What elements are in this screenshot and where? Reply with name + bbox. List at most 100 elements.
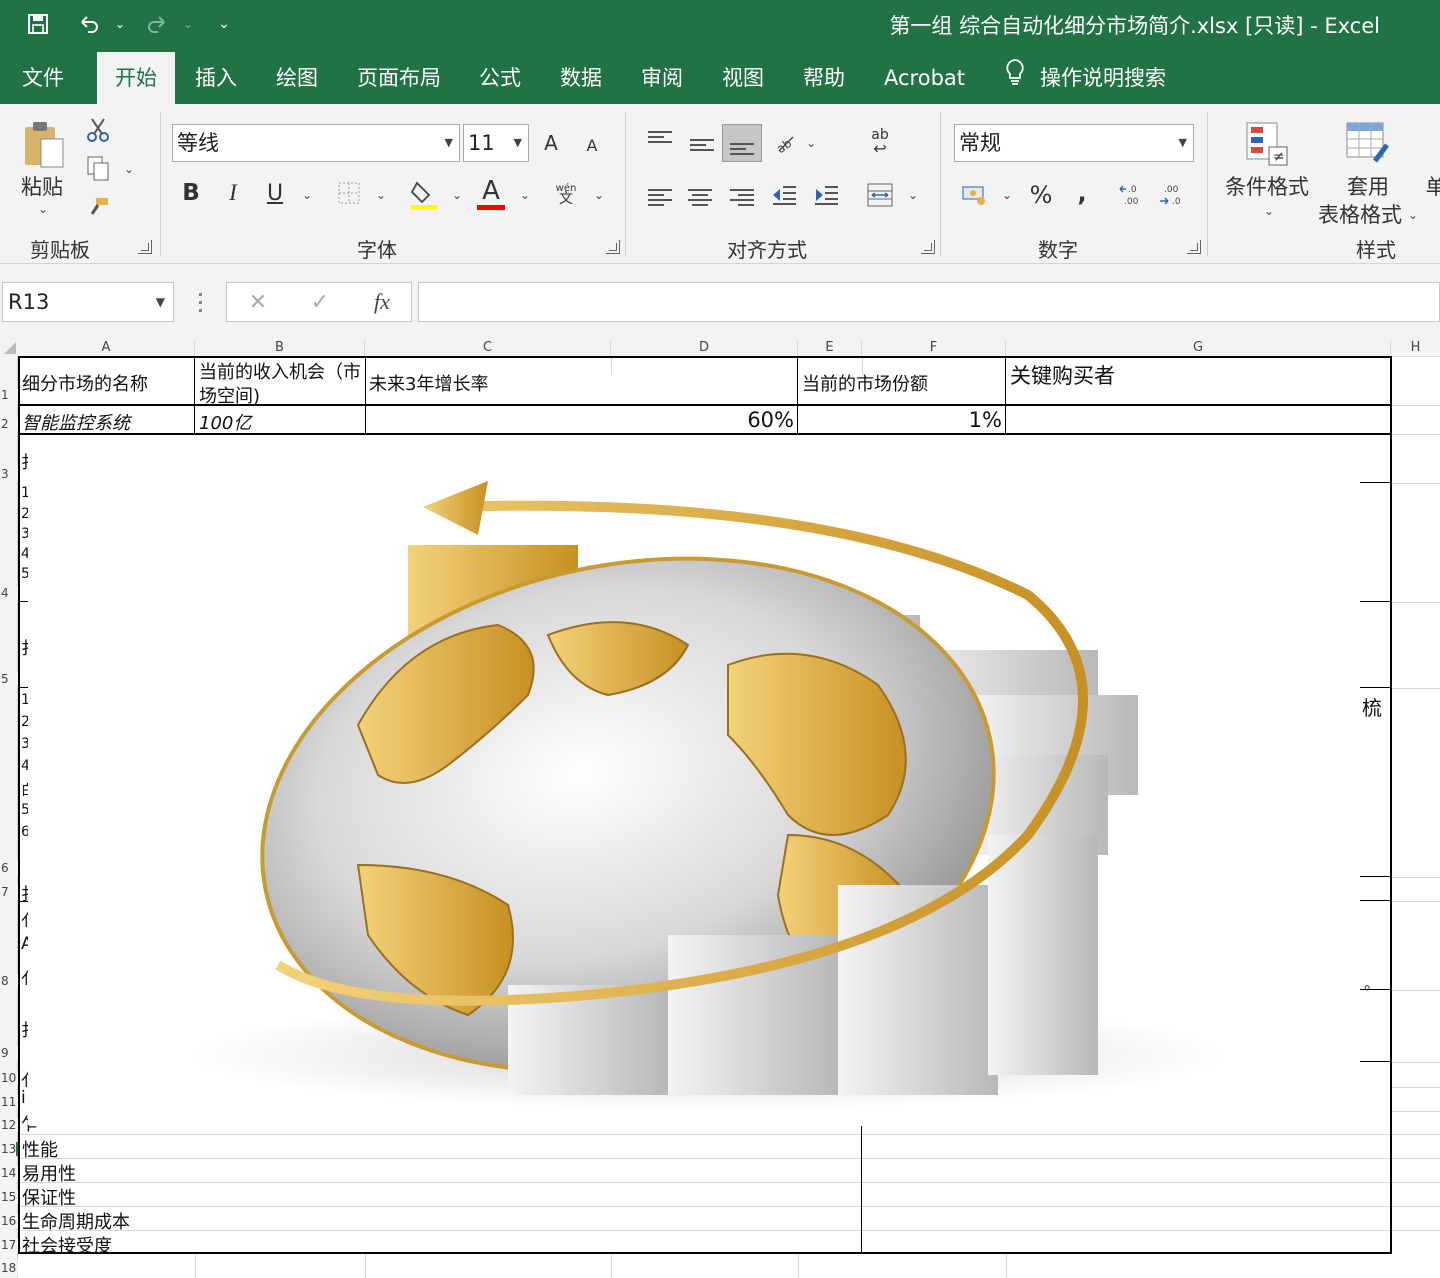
tab-insert[interactable]: 插入 xyxy=(179,52,253,104)
select-all-corner[interactable] xyxy=(0,340,18,356)
cell-b1-line1[interactable]: 当前的收入机会（市 xyxy=(199,358,361,384)
top-align-icon[interactable] xyxy=(648,128,672,146)
tab-acrobat[interactable]: Acrobat xyxy=(868,52,981,104)
number-launcher-icon[interactable] xyxy=(1187,240,1201,254)
tab-help[interactable]: 帮助 xyxy=(787,52,861,104)
cell-fragment-right[interactable]: 。 xyxy=(1364,970,1380,994)
column-header-c[interactable]: C xyxy=(365,340,611,356)
italic-button[interactable]: I xyxy=(218,176,248,210)
row-header-2[interactable]: 2 xyxy=(0,417,18,431)
cell-a17[interactable]: 社会接受度 xyxy=(22,1232,112,1258)
underline-button[interactable]: U xyxy=(260,176,290,210)
cell-fragment[interactable]: i xyxy=(21,1088,26,1108)
tab-page-layout[interactable]: 页面布局 xyxy=(341,52,457,104)
merge-dropdown-icon[interactable]: ⌄ xyxy=(908,188,918,202)
align-center-icon[interactable] xyxy=(688,186,712,209)
tell-me-search[interactable]: 操作说明搜索 xyxy=(1004,52,1182,104)
orientation-dropdown-icon[interactable]: ⌄ xyxy=(806,136,816,150)
column-header-b[interactable]: B xyxy=(195,340,365,356)
row-header-18[interactable]: 18 xyxy=(0,1261,18,1275)
underline-dropdown-icon[interactable]: ⌄ xyxy=(302,188,312,202)
row-header-10[interactable]: 10 xyxy=(0,1071,18,1085)
cell-a14[interactable]: 易用性 xyxy=(22,1160,76,1186)
row-header-17[interactable]: 17 xyxy=(0,1238,18,1252)
font-color-icon[interactable]: A xyxy=(476,174,506,212)
merge-center-icon[interactable] xyxy=(866,182,894,208)
copy-dropdown-icon[interactable]: ⌄ xyxy=(124,162,134,176)
paste-icon[interactable] xyxy=(20,118,68,170)
cell-a1[interactable]: 细分市场的名称 xyxy=(22,370,148,396)
row-header-8[interactable]: 8 xyxy=(0,974,18,988)
tab-file[interactable]: 文件 xyxy=(6,52,80,104)
conditional-format-button[interactable]: 条件格式 xyxy=(1222,172,1312,200)
clipboard-launcher-icon[interactable] xyxy=(138,240,152,254)
phonetic-dropdown-icon[interactable]: ⌄ xyxy=(594,188,604,202)
paste-dropdown-icon[interactable]: ⌄ xyxy=(38,202,48,216)
font-color-dropdown-icon[interactable]: ⌄ xyxy=(520,188,530,202)
worksheet-grid[interactable]: A B C D E F G H 1 2 3 4 5 6 7 8 9 10 11 … xyxy=(0,340,1440,1278)
borders-dropdown-icon[interactable]: ⌄ xyxy=(376,188,386,202)
column-header-e[interactable]: E xyxy=(798,340,862,356)
column-header-f[interactable]: F xyxy=(862,340,1006,356)
align-left-icon[interactable] xyxy=(648,186,672,209)
enter-icon[interactable]: ✓ xyxy=(307,287,333,317)
number-format-combo[interactable]: 常规 ▼ xyxy=(954,124,1194,162)
bold-button[interactable]: B xyxy=(176,176,206,210)
row-header-11[interactable]: 11 xyxy=(0,1095,18,1109)
column-header-d[interactable]: D xyxy=(611,340,798,356)
redo-dropdown-icon[interactable]: ⌄ xyxy=(178,8,198,40)
accounting-format-icon[interactable] xyxy=(960,182,990,208)
fill-color-icon[interactable] xyxy=(408,176,440,212)
percent-button[interactable]: % xyxy=(1028,180,1054,210)
row-header-9[interactable]: 9 xyxy=(0,1046,18,1060)
cell-a16[interactable]: 生命周期成本 xyxy=(22,1208,130,1234)
decrease-decimal-icon[interactable]: .00.0 xyxy=(1158,182,1188,208)
format-as-table-label-1[interactable]: 套用 xyxy=(1330,172,1406,200)
format-as-table-icon[interactable] xyxy=(1344,120,1392,168)
conditional-format-icon[interactable]: ≠ xyxy=(1244,120,1290,168)
name-box[interactable]: R13 ▼ xyxy=(2,282,174,322)
comma-button[interactable]: , xyxy=(1072,178,1092,208)
alignment-launcher-icon[interactable] xyxy=(921,240,935,254)
cell-e1[interactable]: 当前的市场份额 xyxy=(802,370,928,396)
undo-icon[interactable] xyxy=(74,8,104,40)
column-header-a[interactable]: A xyxy=(18,340,195,356)
undo-dropdown-icon[interactable]: ⌄ xyxy=(110,8,130,40)
row-header-13[interactable]: 13 xyxy=(0,1142,18,1156)
tab-formulas[interactable]: 公式 xyxy=(463,52,537,104)
redo-icon[interactable] xyxy=(142,8,172,40)
font-size-combo[interactable]: 11 ▼ xyxy=(463,124,529,162)
cell-fragment-right[interactable]: 梳 xyxy=(1362,692,1382,721)
row-header-4[interactable]: 4 xyxy=(0,586,18,600)
fill-color-dropdown-icon[interactable]: ⌄ xyxy=(452,188,462,202)
borders-icon[interactable] xyxy=(336,180,362,206)
column-header-g[interactable]: G xyxy=(1006,340,1391,356)
font-launcher-icon[interactable] xyxy=(606,240,620,254)
cell-a15[interactable]: 保证性 xyxy=(22,1184,76,1210)
tab-view[interactable]: 视图 xyxy=(706,52,780,104)
format-painter-icon[interactable] xyxy=(84,194,112,222)
decrease-indent-icon[interactable] xyxy=(770,182,798,208)
orientation-icon[interactable]: ab xyxy=(772,130,798,156)
row-header-15[interactable]: 15 xyxy=(0,1190,18,1204)
cell-g1[interactable]: 关键购买者 xyxy=(1010,360,1115,390)
accounting-dropdown-icon[interactable]: ⌄ xyxy=(1002,188,1012,202)
cell-b1-line2[interactable]: 场空间) xyxy=(199,382,260,408)
row-header-16[interactable]: 16 xyxy=(0,1214,18,1228)
cell-a2[interactable]: 智能监控系统 xyxy=(22,409,130,435)
grow-font-icon[interactable]: A xyxy=(538,128,564,158)
row-header-14[interactable]: 14 xyxy=(0,1166,18,1180)
cell-d2[interactable]: 60% xyxy=(700,408,794,432)
paste-button[interactable]: 粘贴 xyxy=(18,172,66,200)
tab-draw[interactable]: 绘图 xyxy=(260,52,334,104)
save-icon[interactable] xyxy=(22,8,54,40)
format-as-table-label-2[interactable]: 表格格式 xyxy=(1312,200,1408,228)
wrap-text-icon[interactable]: ab ↩ xyxy=(866,124,894,160)
format-as-table-dropdown-icon[interactable]: ⌄ xyxy=(1408,208,1418,222)
increase-decimal-icon[interactable]: .0.00 xyxy=(1118,182,1148,208)
row-header-1[interactable]: 1 xyxy=(0,388,18,402)
tab-review[interactable]: 审阅 xyxy=(625,52,699,104)
tab-data[interactable]: 数据 xyxy=(544,52,618,104)
shrink-font-icon[interactable]: A xyxy=(580,132,604,158)
formula-bar-grip-icon[interactable] xyxy=(196,290,204,314)
